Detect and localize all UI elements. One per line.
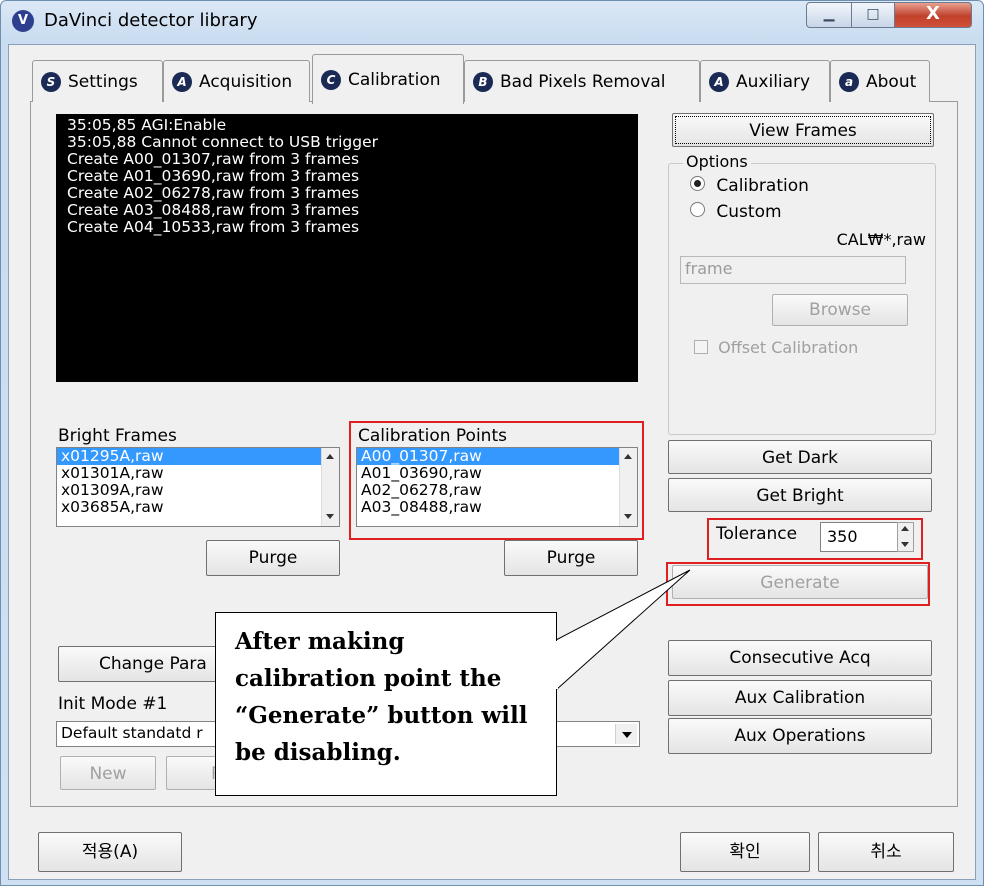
log-line: Create A04_10533,raw from 3 frames	[67, 218, 360, 236]
calibration-points-purge-button[interactable]: Purge	[504, 540, 638, 576]
log-output[interactable]: 35:05,85 AGI:Enable 35:05,88 Cannot conn…	[56, 114, 638, 382]
minimize-button[interactable]: ▁	[806, 2, 852, 28]
calibration-tab-icon: C	[321, 69, 341, 90]
callout-line: calibration point the	[235, 665, 502, 692]
tab-label: Bad Pixels Removal	[500, 71, 666, 92]
get-dark-button[interactable]: Get Dark	[668, 440, 932, 474]
tab-bad-pixels-removal[interactable]: B Bad Pixels Removal	[464, 60, 700, 102]
new-button[interactable]: New	[60, 756, 156, 790]
tab-auxiliary[interactable]: A Auxiliary	[700, 60, 830, 102]
options-group-label: Options	[683, 152, 751, 171]
tab-label: Acquisition	[199, 71, 293, 92]
scroll-down-icon[interactable]	[326, 514, 334, 519]
tab-settings[interactable]: S Settings	[32, 60, 163, 102]
list-item[interactable]: x01301A,raw	[57, 465, 339, 482]
tab-label: Settings	[68, 71, 138, 92]
tab-label: Auxiliary	[736, 71, 811, 92]
callout-line: “Generate” button will	[235, 702, 528, 729]
change-params-button[interactable]: Change Para	[58, 646, 228, 682]
scroll-up-icon[interactable]	[326, 454, 334, 459]
list-item[interactable]: x01309A,raw	[57, 482, 339, 499]
log-line: 35:05,88 Cannot connect to USB trigger	[67, 133, 378, 151]
get-bright-button[interactable]: Get Bright	[668, 478, 932, 512]
auxiliary-tab-icon: A	[709, 71, 729, 92]
bright-frames-label: Bright Frames	[58, 426, 177, 446]
aux-operations-button[interactable]: Aux Operations	[668, 718, 932, 754]
calibration-radio-option[interactable]: Calibration	[690, 176, 809, 196]
offset-calibration-label: Offset Calibration	[718, 338, 859, 357]
caption-buttons: ▁ □ X	[806, 2, 972, 28]
apply-button[interactable]: 적용(A)	[38, 832, 182, 872]
calibration-file-pattern: CAL₩*,raw	[836, 230, 926, 249]
log-line: Create A01_03690,raw from 3 frames	[67, 167, 360, 185]
settings-tab-icon: S	[41, 71, 61, 92]
acquisition-tab-icon: A	[172, 71, 192, 92]
bright-frames-list[interactable]: x01295A,raw x01301A,raw x01309A,raw x036…	[56, 447, 340, 527]
annotation-callout: After making calibration point the “Gene…	[215, 612, 557, 796]
generate-highlight-box	[666, 562, 930, 606]
log-line: Create A02_06278,raw from 3 frames	[67, 184, 360, 202]
log-line: Create A00_01307,raw from 3 frames	[67, 150, 360, 168]
tolerance-highlight-box	[707, 518, 923, 560]
log-line: 35:05,85 AGI:Enable	[67, 116, 227, 134]
window-title: DaVinci detector library	[44, 10, 258, 31]
ok-button[interactable]: 확인	[680, 832, 810, 872]
view-frames-button[interactable]: View Frames	[672, 113, 934, 147]
frame-prefix-field[interactable]: frame	[680, 256, 906, 284]
bad-pixels-tab-icon: B	[473, 71, 493, 92]
offset-calibration-checkbox[interactable]	[694, 340, 708, 354]
init-mode-label: Init Mode #1	[58, 694, 168, 714]
calibration-points-highlight-box	[349, 421, 644, 540]
calibration-radio[interactable]	[690, 176, 705, 191]
init-mode-dropdown-button[interactable]	[615, 724, 637, 744]
tab-label: Calibration	[348, 69, 441, 90]
browse-button[interactable]: Browse	[772, 294, 908, 326]
bright-frames-scrollbar[interactable]	[321, 448, 339, 526]
tab-acquisition[interactable]: A Acquisition	[163, 60, 310, 102]
bright-frames-purge-button[interactable]: Purge	[206, 540, 340, 576]
custom-radio-label: Custom	[716, 202, 782, 222]
list-item[interactable]: x03685A,raw	[57, 499, 339, 516]
about-tab-icon: a	[839, 71, 859, 92]
list-item[interactable]: x01295A,raw	[57, 448, 339, 465]
tab-about[interactable]: a About	[830, 60, 930, 102]
callout-line: After making	[235, 628, 405, 655]
cancel-button[interactable]: 취소	[818, 832, 954, 872]
tab-calibration[interactable]: C Calibration	[312, 54, 464, 104]
callout-line: be disabling.	[235, 739, 401, 766]
calibration-radio-label: Calibration	[716, 176, 809, 196]
custom-radio-option[interactable]: Custom	[690, 202, 782, 222]
chevron-down-icon	[622, 732, 632, 738]
aux-calibration-button[interactable]: Aux Calibration	[668, 680, 932, 716]
custom-radio[interactable]	[690, 202, 705, 217]
app-icon: V	[12, 10, 34, 32]
maximize-button[interactable]: □	[851, 2, 895, 28]
consecutive-acq-button[interactable]: Consecutive Acq	[668, 640, 932, 676]
log-line: Create A03_08488,raw from 3 frames	[67, 201, 360, 219]
tab-label: About	[866, 71, 917, 92]
offset-calibration-option[interactable]: Offset Calibration	[694, 338, 858, 357]
close-button[interactable]: X	[894, 2, 972, 28]
